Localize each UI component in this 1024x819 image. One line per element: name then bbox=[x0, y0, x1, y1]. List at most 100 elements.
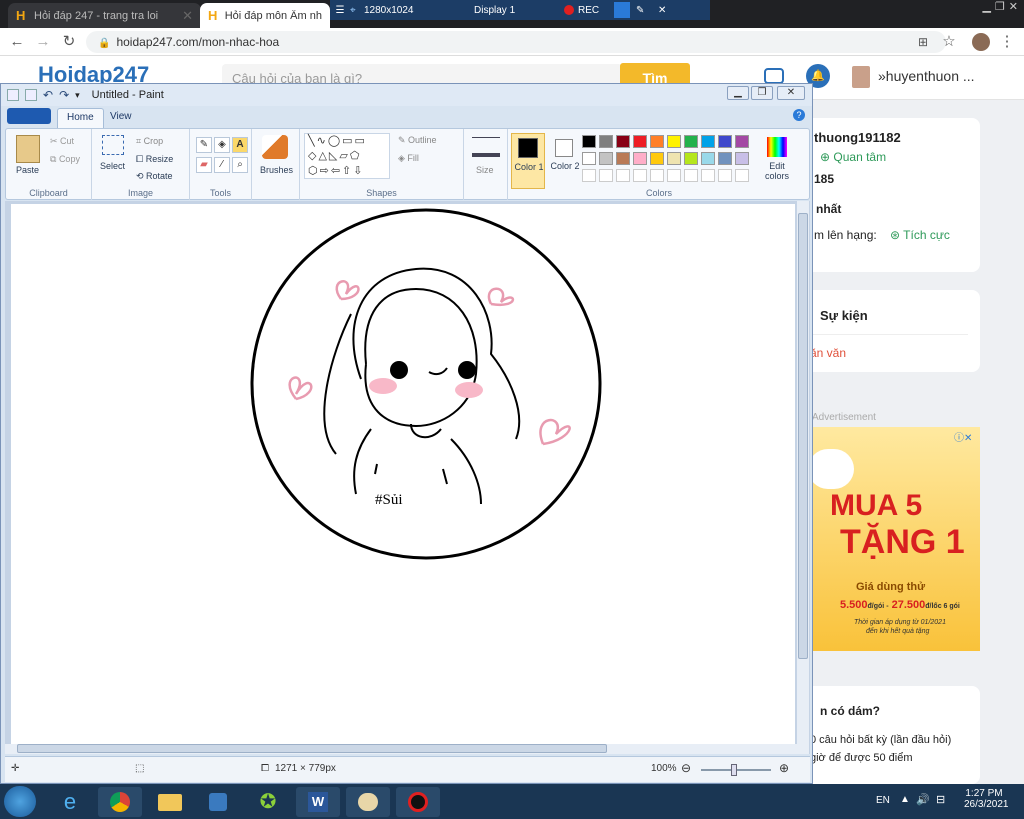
event-link[interactable]: ăn văn bbox=[810, 346, 846, 360]
menu-icon[interactable]: ☰ bbox=[330, 5, 350, 16]
color-swatch[interactable] bbox=[684, 152, 698, 165]
url-field[interactable]: 🔒 hoidap247.com/mon-nhac-hoa bbox=[86, 31, 946, 53]
color1-button[interactable]: Color 1 bbox=[511, 133, 545, 189]
restore-icon[interactable]: ❐ bbox=[995, 0, 1005, 16]
zoom-out-button[interactable]: ⊖ bbox=[681, 761, 691, 775]
chrome-icon[interactable] bbox=[98, 787, 142, 817]
color-swatch[interactable] bbox=[599, 169, 613, 182]
redo-icon[interactable]: ↷ bbox=[59, 88, 69, 102]
color-swatch[interactable] bbox=[701, 169, 715, 182]
tab-2[interactable]: H Hỏi đáp môn Âm nhạc bbox=[200, 3, 330, 28]
maximize-icon[interactable]: ❐ bbox=[751, 86, 773, 100]
minimize-icon[interactable]: ▁ bbox=[727, 86, 749, 100]
color-swatch[interactable] bbox=[718, 169, 732, 182]
user-avatar[interactable] bbox=[852, 66, 870, 88]
vertical-scrollbar[interactable] bbox=[797, 201, 809, 754]
rec-button[interactable]: REC bbox=[578, 5, 614, 16]
edit-colors-button[interactable]: Edit colors bbox=[760, 133, 794, 189]
tab-home[interactable]: Home bbox=[57, 108, 104, 128]
language-indicator[interactable]: EN bbox=[876, 795, 890, 806]
tab-view[interactable]: View bbox=[101, 108, 141, 128]
close-icon[interactable]: ✕ bbox=[1009, 0, 1018, 16]
color-swatch[interactable] bbox=[616, 152, 630, 165]
clock[interactable]: 1:27 PM 26/3/2021 bbox=[964, 788, 1009, 810]
internet-explorer-icon[interactable]: e bbox=[48, 787, 92, 817]
color-swatch[interactable] bbox=[718, 135, 732, 148]
color-swatch[interactable] bbox=[650, 152, 664, 165]
ad-info-icon[interactable]: ⓘ✕ bbox=[954, 429, 972, 444]
color-swatch[interactable] bbox=[735, 169, 749, 182]
color-swatch[interactable] bbox=[701, 152, 715, 165]
eraser-icon[interactable]: ▰ bbox=[196, 157, 212, 173]
color-swatch[interactable] bbox=[599, 152, 613, 165]
volume-icon[interactable]: 🔊 bbox=[916, 793, 930, 806]
follow-link[interactable]: ⊕ Quan tâm bbox=[820, 150, 886, 164]
network-icon[interactable]: ⊟ bbox=[936, 793, 945, 806]
file-menu-button[interactable] bbox=[7, 108, 51, 124]
color-swatch[interactable] bbox=[667, 169, 681, 182]
crop-button[interactable]: ⌗ Crop bbox=[136, 136, 163, 147]
minimize-icon[interactable]: ▁ bbox=[982, 0, 990, 16]
color-swatch[interactable] bbox=[633, 152, 647, 165]
color-swatch[interactable] bbox=[667, 152, 681, 165]
chat-icon[interactable] bbox=[764, 68, 784, 84]
horizontal-scroll-thumb[interactable] bbox=[17, 744, 607, 753]
tray-arrow-icon[interactable]: ▲ bbox=[900, 794, 910, 805]
advertisement-banner[interactable]: MUA 5 TẶNG 1 Giá dùng thử 5.500đ/gói - 2… bbox=[800, 427, 980, 651]
color-swatch[interactable] bbox=[684, 169, 698, 182]
color-swatch[interactable] bbox=[735, 152, 749, 165]
color-swatch[interactable] bbox=[735, 135, 749, 148]
fill-button[interactable]: ◈ Fill bbox=[398, 153, 419, 164]
vertical-scroll-thumb[interactable] bbox=[798, 213, 808, 659]
color-swatch[interactable] bbox=[701, 135, 715, 148]
zoom-slider[interactable] bbox=[701, 764, 771, 776]
recorder-taskbar-icon[interactable] bbox=[396, 787, 440, 817]
help-icon[interactable]: ? bbox=[793, 109, 805, 121]
zoom-in-button[interactable]: ⊕ bbox=[779, 761, 789, 775]
pencil-icon[interactable]: ✎ bbox=[196, 137, 212, 153]
text-tool-icon[interactable]: A bbox=[232, 137, 248, 153]
undo-icon[interactable]: ↶ bbox=[43, 88, 53, 102]
close-icon[interactable]: ✕ bbox=[777, 86, 805, 100]
color-swatch[interactable] bbox=[616, 169, 630, 182]
close-icon[interactable]: ✕ bbox=[658, 5, 678, 16]
copy-button[interactable]: ⧉ Copy bbox=[50, 154, 80, 165]
size-button[interactable]: Size bbox=[476, 165, 494, 175]
paste-button[interactable]: Paste bbox=[16, 165, 39, 175]
pin-icon[interactable]: ⌖ bbox=[350, 5, 364, 16]
color-swatch[interactable] bbox=[667, 135, 681, 148]
word-icon[interactable]: W bbox=[296, 787, 340, 817]
back-icon[interactable]: ← bbox=[8, 33, 26, 51]
star-icon[interactable]: ☆ bbox=[940, 33, 958, 51]
color-swatch[interactable] bbox=[684, 135, 698, 148]
shapes-gallery[interactable]: ╲∿◯▭▭ ◇△◺▱⬠ ⬡⇨⇦⇧⇩ bbox=[304, 133, 390, 179]
color-swatch[interactable] bbox=[718, 152, 732, 165]
quick-access-dropdown-icon[interactable]: ▾ bbox=[75, 90, 80, 101]
cut-button[interactable]: ✂ Cut bbox=[50, 136, 74, 147]
rotate-button[interactable]: ⟲ Rotate bbox=[136, 171, 173, 182]
file-explorer-icon[interactable] bbox=[148, 787, 192, 817]
translate-icon[interactable]: ⊞ bbox=[914, 33, 932, 51]
color-swatch[interactable] bbox=[582, 152, 596, 165]
forward-icon[interactable]: → bbox=[34, 33, 52, 51]
outline-button[interactable]: ✎ Outline bbox=[398, 135, 437, 146]
start-button[interactable] bbox=[4, 786, 36, 817]
camera-icon[interactable] bbox=[614, 2, 630, 18]
select-button[interactable]: Select bbox=[100, 161, 125, 171]
magnifier-icon[interactable]: ⌕ bbox=[232, 157, 248, 173]
display-label[interactable]: Display 1 bbox=[474, 5, 564, 16]
drawing-canvas[interactable]: #Sủi bbox=[11, 204, 795, 744]
profile-name[interactable]: thuong191182 bbox=[814, 130, 901, 145]
zoom-slider-thumb[interactable] bbox=[731, 764, 737, 776]
color-picker-icon[interactable]: ⁄ bbox=[214, 157, 230, 173]
paint-taskbar-icon[interactable] bbox=[346, 787, 390, 817]
color-swatch[interactable] bbox=[633, 169, 647, 182]
color-swatch[interactable] bbox=[616, 135, 630, 148]
color-swatch[interactable] bbox=[582, 135, 596, 148]
color-swatch[interactable] bbox=[633, 135, 647, 148]
resize-button[interactable]: ⧠ Resize bbox=[136, 154, 173, 165]
color-swatch[interactable] bbox=[582, 169, 596, 182]
app-icon[interactable]: ✪ bbox=[246, 787, 290, 817]
reload-icon[interactable]: ↻ bbox=[60, 33, 78, 51]
profile-avatar[interactable] bbox=[972, 33, 990, 51]
